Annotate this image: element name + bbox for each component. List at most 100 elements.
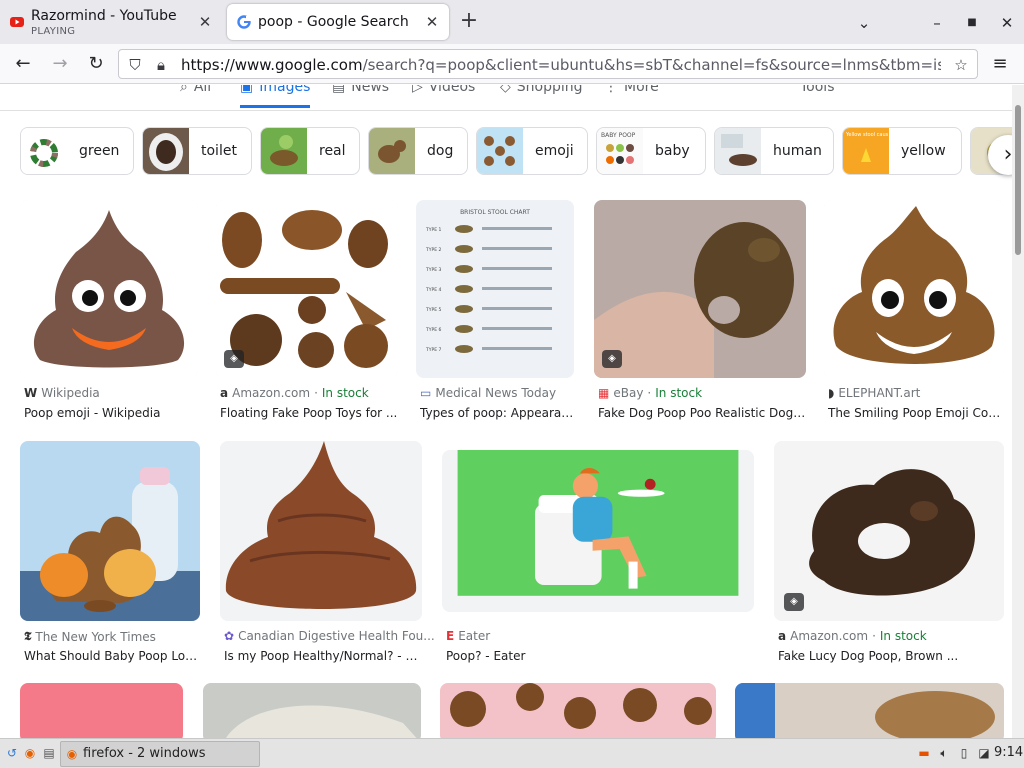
system-menu-icon[interactable]: ↺ [4,745,20,761]
image-result[interactable]: 𝕿 The New York Times What Should Baby Poo… [20,441,200,673]
volume-icon[interactable]: 🔈︎ [936,745,952,761]
close-tab-icon[interactable]: ✕ [423,13,441,31]
chip-thumbnail [21,128,67,174]
result-image[interactable] [20,683,183,738]
chip-emoji[interactable]: emoji [476,127,588,175]
navigation-toolbar: ← → ↻ ⛉ 🔒︎ https://www.google.com/search… [0,44,1024,84]
image-result[interactable] [440,683,716,738]
tab-videos[interactable]: ▷ Videos [412,85,475,95]
result-source[interactable]: ✿ Canadian Digestive Health Fou... [224,629,435,643]
result-caption[interactable]: The Smiling Poop Emoji Conv... [828,406,1004,420]
image-result[interactable]: ◈ ▦ eBay · In stock Fake Dog Poop Poo Reali… [594,200,806,430]
result-image[interactable]: BRISTOL STOOL CHART TYPE 1 TYPE 2 TYPE 3 TYP… [416,200,574,378]
chip-real[interactable]: real [260,127,360,175]
address-bar[interactable]: ⛉ 🔒︎ https://www.google.com/search?q=poo… [118,49,978,79]
result-source[interactable]: ▦ eBay · In stock [598,386,702,400]
result-caption[interactable]: Fake Lucy Dog Poop, Brown ... [778,649,1004,663]
result-image[interactable] [442,450,754,612]
chip-green[interactable]: green [20,127,134,175]
result-source[interactable]: ▭ Medical News Today [420,386,556,400]
menu-icon[interactable]: ≡ [987,51,1013,77]
result-image[interactable] [594,200,806,378]
clock[interactable]: 9:14 [994,745,1023,760]
image-result[interactable]: ✿ Canadian Digestive Health Fou... Is my … [220,441,435,673]
scrollbar-thumb[interactable] [1015,105,1021,255]
result-image[interactable] [735,683,1004,738]
result-source[interactable]: W Wikipedia [24,386,100,400]
tools-button[interactable]: Tools [800,85,835,95]
result-source[interactable]: a Amazon.com · In stock [778,629,927,643]
forward-button[interactable]: → [47,51,73,77]
tab-images[interactable]: ▣ Images [240,85,311,108]
bookmark-star-icon[interactable]: ☆ [951,55,971,75]
network-icon[interactable]: ◪ [976,745,992,761]
image-result[interactable] [20,683,183,738]
stool-type-shape [455,325,473,333]
image-result[interactable]: E Eater Poop? - Eater [442,441,754,673]
image-icon: ▣ [240,85,254,95]
result-image[interactable] [203,683,421,738]
tab-more[interactable]: ⋮ More [604,85,659,95]
chip-yellow[interactable]: Yellow stool caus yellow [842,127,962,175]
chip-thumbnail [369,128,415,174]
image-result[interactable]: ◈ a Amazon.com · In stock Fake Lucy Dog Poo… [774,441,1004,673]
image-result[interactable]: BRISTOL STOOL CHART TYPE 1 TYPE 2 TYPE 3 TYP… [416,200,574,430]
result-image[interactable] [774,441,1004,621]
result-caption[interactable]: Floating Fake Poop Toys for ... [220,406,398,420]
image-result[interactable]: ◈ a Amazon.com · In stock Floating Fake Poo… [216,200,398,430]
shopping-tag-icon: ◈ [224,350,244,368]
tab-news[interactable]: ▤ News [332,85,389,95]
back-button[interactable]: ← [10,51,36,77]
image-result[interactable]: W Wikipedia Poop emoji - Wikipedia [20,200,198,430]
tab-all[interactable]: ⌕ All [180,85,211,95]
result-source[interactable]: ◗ ELEPHANT.art [828,386,920,400]
shield-icon[interactable]: ⛉ [125,55,145,75]
result-image[interactable] [824,200,1004,378]
page-scrollbar[interactable] [1012,85,1024,738]
result-caption[interactable]: Poop? - Eater [446,649,754,663]
close-tab-icon[interactable]: ✕ [196,13,214,31]
tab-shopping[interactable]: ◇ Shopping [500,85,583,95]
stool-type-label: TYPE 6 [425,327,441,333]
tab-google-search[interactable]: poop - Google Search ✕ [227,4,449,40]
image-result[interactable] [203,683,421,738]
chip-human[interactable]: human [714,127,834,175]
result-image[interactable] [220,441,422,621]
maximize-button[interactable]: ■ [961,12,983,34]
tab-list-chevron-icon[interactable]: ⌄ [853,12,875,34]
stool-type-shape [455,245,473,253]
result-image[interactable] [20,441,200,621]
stool-type-description [482,267,552,270]
minimize-button[interactable]: – [926,12,948,34]
taskbar-window-firefox[interactable]: ◉ firefox - 2 windows [60,741,260,767]
close-window-button[interactable]: ✕ [996,12,1018,34]
result-source[interactable]: 𝕿 The New York Times [24,629,156,644]
firefox-icon[interactable]: ◉ [22,745,38,761]
notes-icon[interactable]: ▯ [956,745,972,761]
lock-icon[interactable]: 🔒︎ [151,55,171,75]
stool-type-description [482,287,552,290]
result-caption[interactable]: Is my Poop Healthy/Normal? - Ca... [224,649,422,663]
file-manager-icon[interactable]: ▤ [41,745,57,761]
new-tab-button[interactable]: + [457,10,481,34]
chip-dog[interactable]: dog [368,127,468,175]
tray-app-icon[interactable]: ▬ [916,745,932,761]
result-caption[interactable]: What Should Baby Poop Look... [24,649,200,663]
result-caption[interactable]: Fake Dog Poop Poo Realistic Dogg... [598,406,806,420]
result-image[interactable] [20,200,198,378]
chip-toilet[interactable]: toilet [142,127,252,175]
result-image[interactable] [440,683,716,738]
chip-baby[interactable]: BABY POOP baby [596,127,706,175]
result-source[interactable]: E Eater [446,629,490,643]
image-result[interactable]: ◗ ELEPHANT.art The Smiling Poop Emoji Con… [824,200,1004,430]
chip-thumbnail: Yellow stool caus [843,128,889,174]
tab-youtube[interactable]: Razormind - YouTube PLAYING ✕ [0,4,222,40]
image-result[interactable] [735,683,1004,738]
result-caption[interactable]: Poop emoji - Wikipedia [24,406,198,420]
result-source[interactable]: a Amazon.com · In stock [220,386,369,400]
result-caption[interactable]: Types of poop: Appearan... [420,406,574,420]
reload-button[interactable]: ↻ [83,51,109,77]
stool-type-description [482,227,552,230]
tab-playing-label: PLAYING [31,26,76,37]
url-text[interactable]: https://www.google.com/search?q=poop&cli… [181,56,941,74]
